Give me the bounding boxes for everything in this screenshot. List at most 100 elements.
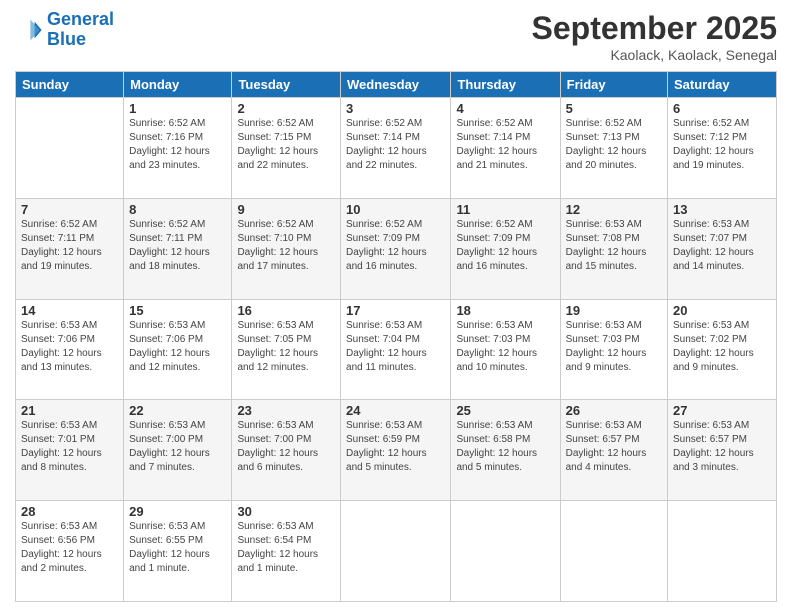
calendar-cell: 16 Sunrise: 6:53 AMSunset: 7:05 PMDaylig… bbox=[232, 299, 341, 400]
day-info: Sunrise: 6:53 AMSunset: 6:54 PMDaylight:… bbox=[237, 520, 335, 576]
calendar-cell bbox=[560, 501, 667, 602]
day-number: 11 bbox=[456, 202, 554, 217]
day-info: Sunrise: 6:53 AMSunset: 6:58 PMDaylight:… bbox=[456, 419, 554, 475]
calendar-cell: 3 Sunrise: 6:52 AMSunset: 7:14 PMDayligh… bbox=[341, 98, 451, 199]
calendar-cell: 12 Sunrise: 6:53 AMSunset: 7:08 PMDaylig… bbox=[560, 198, 667, 299]
logo-text: General Blue bbox=[47, 10, 114, 50]
day-number: 12 bbox=[566, 202, 662, 217]
calendar-week-3: 21 Sunrise: 6:53 AMSunset: 7:01 PMDaylig… bbox=[16, 400, 777, 501]
day-number: 1 bbox=[129, 101, 226, 116]
day-info: Sunrise: 6:52 AMSunset: 7:16 PMDaylight:… bbox=[129, 117, 226, 173]
day-info: Sunrise: 6:53 AMSunset: 6:59 PMDaylight:… bbox=[346, 419, 445, 475]
day-info: Sunrise: 6:52 AMSunset: 7:10 PMDaylight:… bbox=[237, 218, 335, 274]
col-tuesday: Tuesday bbox=[232, 72, 341, 98]
day-number: 17 bbox=[346, 303, 445, 318]
day-info: Sunrise: 6:53 AMSunset: 7:01 PMDaylight:… bbox=[21, 419, 118, 475]
day-info: Sunrise: 6:53 AMSunset: 6:55 PMDaylight:… bbox=[129, 520, 226, 576]
day-info: Sunrise: 6:53 AMSunset: 6:57 PMDaylight:… bbox=[673, 419, 771, 475]
calendar-week-4: 28 Sunrise: 6:53 AMSunset: 6:56 PMDaylig… bbox=[16, 501, 777, 602]
day-number: 4 bbox=[456, 101, 554, 116]
day-info: Sunrise: 6:53 AMSunset: 7:03 PMDaylight:… bbox=[566, 319, 662, 375]
day-number: 7 bbox=[21, 202, 118, 217]
calendar-cell: 24 Sunrise: 6:53 AMSunset: 6:59 PMDaylig… bbox=[341, 400, 451, 501]
col-saturday: Saturday bbox=[668, 72, 777, 98]
calendar-cell: 19 Sunrise: 6:53 AMSunset: 7:03 PMDaylig… bbox=[560, 299, 667, 400]
calendar-cell: 4 Sunrise: 6:52 AMSunset: 7:14 PMDayligh… bbox=[451, 98, 560, 199]
day-info: Sunrise: 6:52 AMSunset: 7:11 PMDaylight:… bbox=[21, 218, 118, 274]
day-info: Sunrise: 6:52 AMSunset: 7:09 PMDaylight:… bbox=[346, 218, 445, 274]
calendar-cell: 18 Sunrise: 6:53 AMSunset: 7:03 PMDaylig… bbox=[451, 299, 560, 400]
day-number: 24 bbox=[346, 403, 445, 418]
day-number: 25 bbox=[456, 403, 554, 418]
day-number: 10 bbox=[346, 202, 445, 217]
calendar-week-0: 1 Sunrise: 6:52 AMSunset: 7:16 PMDayligh… bbox=[16, 98, 777, 199]
day-info: Sunrise: 6:53 AMSunset: 7:00 PMDaylight:… bbox=[129, 419, 226, 475]
calendar-week-1: 7 Sunrise: 6:52 AMSunset: 7:11 PMDayligh… bbox=[16, 198, 777, 299]
day-info: Sunrise: 6:52 AMSunset: 7:09 PMDaylight:… bbox=[456, 218, 554, 274]
day-number: 27 bbox=[673, 403, 771, 418]
day-number: 5 bbox=[566, 101, 662, 116]
day-info: Sunrise: 6:52 AMSunset: 7:11 PMDaylight:… bbox=[129, 218, 226, 274]
day-number: 26 bbox=[566, 403, 662, 418]
day-info: Sunrise: 6:53 AMSunset: 7:08 PMDaylight:… bbox=[566, 218, 662, 274]
day-number: 8 bbox=[129, 202, 226, 217]
calendar-cell bbox=[668, 501, 777, 602]
day-number: 30 bbox=[237, 504, 335, 519]
subtitle: Kaolack, Kaolack, Senegal bbox=[532, 47, 777, 63]
day-info: Sunrise: 6:52 AMSunset: 7:13 PMDaylight:… bbox=[566, 117, 662, 173]
col-monday: Monday bbox=[124, 72, 232, 98]
calendar-cell: 13 Sunrise: 6:53 AMSunset: 7:07 PMDaylig… bbox=[668, 198, 777, 299]
col-friday: Friday bbox=[560, 72, 667, 98]
col-thursday: Thursday bbox=[451, 72, 560, 98]
day-info: Sunrise: 6:53 AMSunset: 7:00 PMDaylight:… bbox=[237, 419, 335, 475]
calendar-cell: 2 Sunrise: 6:52 AMSunset: 7:15 PMDayligh… bbox=[232, 98, 341, 199]
calendar-cell: 23 Sunrise: 6:53 AMSunset: 7:00 PMDaylig… bbox=[232, 400, 341, 501]
calendar-cell: 29 Sunrise: 6:53 AMSunset: 6:55 PMDaylig… bbox=[124, 501, 232, 602]
calendar-cell: 25 Sunrise: 6:53 AMSunset: 6:58 PMDaylig… bbox=[451, 400, 560, 501]
col-wednesday: Wednesday bbox=[341, 72, 451, 98]
logo: General Blue bbox=[15, 10, 114, 50]
title-section: September 2025 Kaolack, Kaolack, Senegal bbox=[532, 10, 777, 63]
day-number: 14 bbox=[21, 303, 118, 318]
day-number: 9 bbox=[237, 202, 335, 217]
day-number: 2 bbox=[237, 101, 335, 116]
day-info: Sunrise: 6:53 AMSunset: 7:06 PMDaylight:… bbox=[129, 319, 226, 375]
calendar-table: Sunday Monday Tuesday Wednesday Thursday… bbox=[15, 71, 777, 602]
calendar-cell: 28 Sunrise: 6:53 AMSunset: 6:56 PMDaylig… bbox=[16, 501, 124, 602]
calendar-cell: 10 Sunrise: 6:52 AMSunset: 7:09 PMDaylig… bbox=[341, 198, 451, 299]
calendar-cell: 8 Sunrise: 6:52 AMSunset: 7:11 PMDayligh… bbox=[124, 198, 232, 299]
day-number: 16 bbox=[237, 303, 335, 318]
day-number: 29 bbox=[129, 504, 226, 519]
calendar-cell bbox=[341, 501, 451, 602]
day-info: Sunrise: 6:53 AMSunset: 7:06 PMDaylight:… bbox=[21, 319, 118, 375]
day-number: 6 bbox=[673, 101, 771, 116]
calendar-cell: 1 Sunrise: 6:52 AMSunset: 7:16 PMDayligh… bbox=[124, 98, 232, 199]
logo-icon bbox=[15, 16, 43, 44]
day-info: Sunrise: 6:53 AMSunset: 7:04 PMDaylight:… bbox=[346, 319, 445, 375]
calendar-cell: 26 Sunrise: 6:53 AMSunset: 6:57 PMDaylig… bbox=[560, 400, 667, 501]
day-info: Sunrise: 6:52 AMSunset: 7:14 PMDaylight:… bbox=[346, 117, 445, 173]
calendar-cell: 15 Sunrise: 6:53 AMSunset: 7:06 PMDaylig… bbox=[124, 299, 232, 400]
day-number: 19 bbox=[566, 303, 662, 318]
header: General Blue September 2025 Kaolack, Kao… bbox=[15, 10, 777, 63]
day-number: 3 bbox=[346, 101, 445, 116]
calendar-cell: 6 Sunrise: 6:52 AMSunset: 7:12 PMDayligh… bbox=[668, 98, 777, 199]
calendar-cell: 14 Sunrise: 6:53 AMSunset: 7:06 PMDaylig… bbox=[16, 299, 124, 400]
col-sunday: Sunday bbox=[16, 72, 124, 98]
day-number: 23 bbox=[237, 403, 335, 418]
logo-line2: Blue bbox=[47, 29, 86, 49]
day-number: 22 bbox=[129, 403, 226, 418]
month-title: September 2025 bbox=[532, 10, 777, 47]
calendar-cell: 9 Sunrise: 6:52 AMSunset: 7:10 PMDayligh… bbox=[232, 198, 341, 299]
day-info: Sunrise: 6:52 AMSunset: 7:12 PMDaylight:… bbox=[673, 117, 771, 173]
calendar-cell: 17 Sunrise: 6:53 AMSunset: 7:04 PMDaylig… bbox=[341, 299, 451, 400]
calendar-week-2: 14 Sunrise: 6:53 AMSunset: 7:06 PMDaylig… bbox=[16, 299, 777, 400]
calendar-cell: 7 Sunrise: 6:52 AMSunset: 7:11 PMDayligh… bbox=[16, 198, 124, 299]
day-number: 28 bbox=[21, 504, 118, 519]
logo-line1: General bbox=[47, 9, 114, 29]
day-info: Sunrise: 6:53 AMSunset: 7:07 PMDaylight:… bbox=[673, 218, 771, 274]
day-info: Sunrise: 6:53 AMSunset: 6:56 PMDaylight:… bbox=[21, 520, 118, 576]
day-number: 13 bbox=[673, 202, 771, 217]
day-number: 21 bbox=[21, 403, 118, 418]
calendar-cell: 27 Sunrise: 6:53 AMSunset: 6:57 PMDaylig… bbox=[668, 400, 777, 501]
